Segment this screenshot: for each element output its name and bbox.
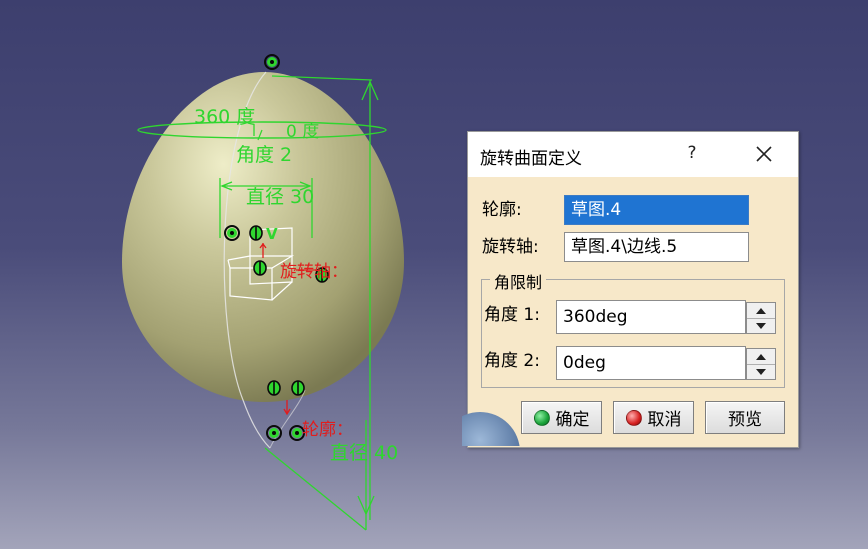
vertex-marker-5[interactable] — [291, 380, 305, 396]
profile-field[interactable]: 草图.4 — [564, 195, 749, 225]
left-point-marker[interactable] — [224, 225, 240, 241]
angle2-down-button[interactable] — [747, 364, 775, 379]
decorative-planet-image — [462, 412, 520, 446]
angle2-input[interactable]: 0deg — [556, 346, 746, 380]
diameter-40-label[interactable]: 直径 40 — [330, 442, 398, 464]
dialog-title: 旋转曲面定义 — [480, 149, 582, 169]
revolve-surface-dialog: 旋转曲面定义 ? 轮廓: 草图.4 旋转轴: 草图.4\边线.5 角限制 角度 … — [462, 131, 799, 448]
top-point-marker[interactable] — [264, 54, 280, 70]
ok-button[interactable]: 确定 — [521, 401, 602, 434]
help-button[interactable]: ? — [684, 143, 700, 163]
angle1-up-button[interactable] — [747, 303, 775, 319]
angle1-label: 角度 1: — [484, 305, 540, 325]
green-led-icon — [533, 409, 550, 426]
arrow-up-icon — [756, 307, 766, 314]
vertex-marker-2[interactable] — [253, 260, 267, 276]
angle-360-label[interactable]: 360 度 — [194, 106, 255, 128]
diameter-30-label[interactable]: 直径 30 — [246, 186, 314, 208]
v-label: V — [266, 225, 278, 243]
angle1-input[interactable]: 360deg — [556, 300, 746, 334]
axis-field-label: 旋转轴: — [482, 237, 539, 257]
vertex-marker-1[interactable] — [249, 225, 263, 241]
rotation-axis-label[interactable]: 旋转轴： — [280, 262, 348, 282]
arrow-down-icon — [756, 368, 766, 375]
angle2-up-button[interactable] — [747, 349, 775, 365]
angle1-spinner[interactable] — [746, 302, 776, 334]
profile-label[interactable]: 轮廓： — [302, 420, 353, 440]
cancel-button[interactable]: 取消 — [613, 401, 694, 434]
cancel-button-label: 取消 — [647, 410, 682, 430]
angle-0-label[interactable]: 0 度 — [286, 122, 319, 142]
arrow-down-icon — [756, 322, 766, 329]
angle2-label[interactable]: 角度 2 — [236, 144, 292, 166]
angle2-spinner[interactable] — [746, 348, 776, 380]
ok-button-label: 确定 — [555, 410, 590, 430]
arrow-up-icon — [756, 353, 766, 360]
close-icon[interactable] — [752, 142, 776, 166]
bottom-point-marker-1[interactable] — [266, 425, 282, 441]
axis-field[interactable]: 草图.4\边线.5 — [564, 232, 749, 262]
preview-button-label: 预览 — [728, 410, 762, 430]
angle-limits-title: 角限制 — [490, 269, 547, 293]
red-led-icon — [625, 409, 642, 426]
angle2-label: 角度 2: — [484, 351, 540, 371]
preview-button[interactable]: 预览 — [705, 401, 785, 434]
profile-field-label: 轮廓: — [482, 200, 522, 220]
angle1-down-button[interactable] — [747, 318, 775, 333]
dialog-titlebar[interactable]: 旋转曲面定义 ? — [468, 132, 798, 177]
vertex-marker-4[interactable] — [267, 380, 281, 396]
